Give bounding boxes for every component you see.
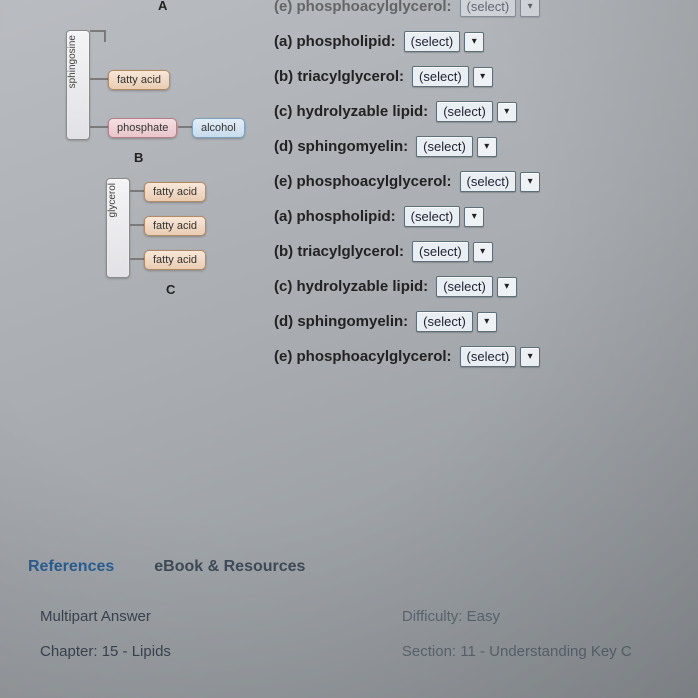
chevron-down-icon[interactable]: ▾ [520, 172, 540, 192]
select-display-2c[interactable]: (select) [436, 276, 493, 297]
sphingosine-label: sphingosine [67, 31, 78, 92]
sphingosine-backbone: sphingosine [66, 30, 90, 140]
q-label-2c: (c) hydrolyzable lipid: [274, 278, 428, 295]
tab-ebook-resources[interactable]: eBook & Resources [154, 558, 305, 576]
fatty-acid-node-c3: fatty acid [144, 250, 206, 270]
question-panel: (e) phosphoacylglycerol: (select) ▾ (a) … [256, 4, 692, 381]
chevron-down-icon[interactable]: ▾ [477, 312, 497, 332]
q-label-1a: (a) phospholipid: [274, 33, 396, 50]
select-display-1a[interactable]: (select) [404, 31, 461, 52]
q-label-prev-e: (e) phosphoacylglycerol: [274, 0, 452, 15]
phosphate-node: phosphate [108, 118, 177, 138]
q-label-1e: (e) phosphoacylglycerol: [274, 173, 452, 190]
bottom-tabs: References eBook & Resources [28, 558, 305, 576]
select-display-prev-e[interactable]: (select) [460, 0, 517, 17]
alcohol-node: alcohol [192, 118, 245, 138]
glycerol-label: glycerol [107, 179, 118, 221]
glycerol-backbone: glycerol [106, 178, 130, 278]
fatty-acid-node-b: fatty acid [108, 70, 170, 90]
chevron-down-icon[interactable]: ▾ [473, 242, 493, 262]
fatty-acid-node-c2: fatty acid [144, 216, 206, 236]
select-display-1b[interactable]: (select) [412, 66, 469, 87]
q-label-2b: (b) triacylglycerol: [274, 243, 404, 260]
meta-chapter: Chapter: 15 - Lipids [40, 643, 402, 660]
chevron-down-icon[interactable]: ▾ [497, 277, 517, 297]
q-label-2a: (a) phospholipid: [274, 208, 396, 225]
chevron-down-icon[interactable]: ▾ [497, 102, 517, 122]
q-label-1b: (b) triacylglycerol: [274, 68, 404, 85]
select-display-1c[interactable]: (select) [436, 101, 493, 122]
select-display-1e[interactable]: (select) [460, 171, 517, 192]
chevron-down-icon[interactable]: ▾ [473, 67, 493, 87]
chevron-down-icon[interactable]: ▾ [464, 32, 484, 52]
q-label-1c: (c) hydrolyzable lipid: [274, 103, 428, 120]
tab-references[interactable]: References [28, 558, 114, 576]
q-label-2e: (e) phosphoacylglycerol: [274, 348, 452, 365]
meta-section: Section: 11 - Understanding Key C [402, 643, 698, 660]
q-label-2d: (d) sphingomyelin: [274, 313, 408, 330]
q-label-1d: (d) sphingomyelin: [274, 138, 408, 155]
diagram-label-b: B [134, 150, 143, 165]
chevron-down-icon[interactable]: ▾ [520, 347, 540, 367]
chevron-down-icon[interactable]: ▾ [464, 207, 484, 227]
chevron-down-icon[interactable]: ▾ [477, 137, 497, 157]
fatty-acid-node-c1: fatty acid [144, 182, 206, 202]
select-display-2b[interactable]: (select) [412, 241, 469, 262]
chevron-down-icon[interactable]: ▾ [520, 0, 540, 17]
diagram-label-a: A [158, 0, 167, 13]
select-display-2a[interactable]: (select) [404, 206, 461, 227]
meta-panel: Multipart Answer Difficulty: Easy Chapte… [40, 594, 698, 678]
select-display-2d[interactable]: (select) [416, 311, 473, 332]
diagram-label-c: C [166, 282, 175, 297]
select-display-2e[interactable]: (select) [460, 346, 517, 367]
meta-multipart: Multipart Answer [40, 608, 402, 625]
meta-difficulty: Difficulty: Easy [402, 608, 698, 625]
diagram-panel: A sphingosine fatty acid phosphate alcoh… [6, 4, 256, 381]
select-display-1d[interactable]: (select) [416, 136, 473, 157]
